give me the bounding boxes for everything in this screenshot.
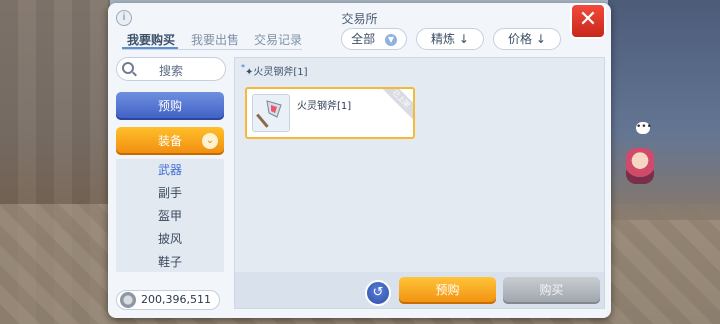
item-status-ribbon: 已上架 bbox=[376, 89, 413, 124]
scene-wall-right bbox=[608, 0, 720, 220]
sort-refine-button[interactable]: 精炼 ↓ bbox=[416, 28, 484, 50]
prebuy-sidebar-button[interactable]: 预购 bbox=[116, 92, 224, 120]
axe-icon bbox=[256, 100, 282, 128]
tab-buy[interactable]: 我要购买 bbox=[127, 31, 175, 48]
window-title: 交易所 bbox=[341, 12, 378, 26]
sort-price-label: 价格 bbox=[508, 32, 533, 46]
category-label: 装备 bbox=[157, 134, 182, 148]
refresh-icon: ↺ bbox=[372, 285, 384, 300]
currency-amount: 200,396,511 bbox=[141, 293, 211, 306]
results-panel: *✦火灵钢斧[1] 火灵钢斧[1] 已上架 ↺ 预购 购买 bbox=[234, 57, 605, 309]
subcategory-shoes[interactable]: 鞋子 bbox=[116, 251, 224, 274]
prebuy-button[interactable]: 预购 bbox=[399, 277, 496, 304]
action-bar: ↺ 预购 购买 bbox=[235, 272, 604, 308]
chat-bubble-icon: ••• bbox=[636, 122, 652, 134]
zeny-coin-icon bbox=[120, 292, 136, 308]
tab-history[interactable]: 交易记录 bbox=[254, 31, 302, 48]
close-icon: ✕ bbox=[578, 7, 598, 32]
refresh-button[interactable]: ↺ bbox=[365, 280, 391, 306]
currency-display: 200,396,511 bbox=[116, 290, 220, 310]
close-button[interactable]: ✕ bbox=[570, 3, 606, 39]
subcategory-cloak[interactable]: 披风 bbox=[116, 228, 224, 251]
subcategory-offhand[interactable]: 副手 bbox=[116, 182, 224, 205]
item-name: 火灵钢斧[1] bbox=[297, 101, 352, 112]
trade-window: i 交易所 ✕ 我要购买 我要出售 交易记录 全部 ▼ 精炼 ↓ 价格 ↓ 搜索… bbox=[108, 3, 611, 318]
chevron-down-icon: ▼ bbox=[384, 33, 397, 46]
filter-all-label: 全部 bbox=[351, 32, 376, 46]
item-card[interactable]: 火灵钢斧[1] 已上架 bbox=[245, 87, 415, 139]
subcategory-armor[interactable]: 盔甲 bbox=[116, 205, 224, 228]
subcategory-list: 武器 副手 盔甲 披风 鞋子 bbox=[116, 159, 224, 272]
item-thumbnail bbox=[252, 94, 290, 132]
sort-refine-label: 精炼 bbox=[431, 32, 456, 46]
active-tab-indicator bbox=[122, 47, 178, 49]
subcategory-weapon[interactable]: 武器 bbox=[116, 159, 224, 182]
filter-all-dropdown[interactable]: 全部 ▼ bbox=[341, 28, 407, 50]
npc-character[interactable] bbox=[626, 148, 654, 184]
tab-sell[interactable]: 我要出售 bbox=[191, 31, 239, 48]
results-title-text: 火灵钢斧[1] bbox=[253, 67, 308, 78]
sort-price-button[interactable]: 价格 ↓ bbox=[493, 28, 561, 50]
search-label: 搜索 bbox=[158, 64, 183, 78]
tab-divider bbox=[122, 49, 302, 50]
sort-arrow-icon: ↓ bbox=[458, 32, 469, 46]
results-title: *✦火灵钢斧[1] bbox=[241, 63, 308, 78]
buy-button[interactable]: 购买 bbox=[503, 277, 600, 304]
chevron-down-icon: ⌄ bbox=[202, 133, 218, 149]
category-equipment-button[interactable]: 装备 ⌄ bbox=[116, 127, 224, 155]
sort-arrow-icon: ↓ bbox=[535, 32, 546, 46]
search-input[interactable]: 搜索 bbox=[116, 57, 226, 81]
